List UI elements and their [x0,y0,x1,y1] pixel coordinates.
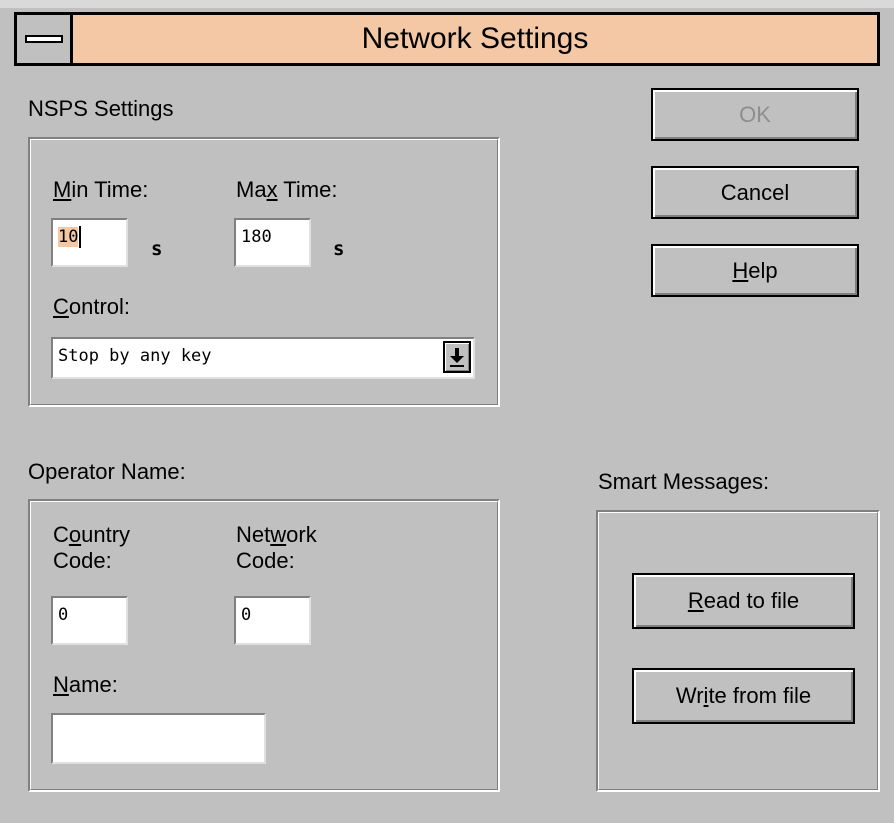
window-title: Network Settings [361,22,589,55]
country-code-label-line2: Code: [53,548,112,573]
smart-messages-heading: Smart Messages: [598,469,770,494]
smart-messages-group [596,510,880,792]
window-top-edge [0,0,894,8]
min-time-label: Min Time: [53,177,149,202]
system-menu-icon[interactable] [17,15,73,63]
network-code-input[interactable]: 0 [234,596,311,645]
country-code-input[interactable]: 0 [51,596,128,645]
name-label: Name: [53,672,118,697]
min-time-unit: s [151,238,163,260]
ok-button[interactable]: OK [651,88,859,141]
text-caret [79,226,82,248]
network-code-label-line2: Code: [236,548,295,573]
write-from-file-button[interactable]: Write from file [632,668,855,724]
operator-name-heading: Operator Name: [28,459,186,484]
system-menu-bar-glyph [25,35,63,43]
max-time-input[interactable]: 180 [234,218,311,267]
network-code-label-line1: Network [236,522,317,547]
network-settings-dialog: Network Settings NSPS Settings Min Time:… [0,0,894,823]
help-button[interactable]: Help [651,244,859,297]
min-time-input[interactable]: 10 [51,218,128,267]
control-label: Control: [53,294,131,319]
read-to-file-button[interactable]: Read to file [632,573,855,629]
control-dropdown[interactable]: Stop by any key [51,337,475,379]
arrow-down-bar-icon[interactable] [443,341,471,373]
title-bar[interactable]: Network Settings [14,12,880,66]
nsps-settings-heading: NSPS Settings [28,96,174,121]
max-time-unit: s [333,238,345,260]
country-code-label-line1: Country [53,522,131,547]
cancel-button[interactable]: Cancel [651,166,859,219]
name-input[interactable] [51,713,266,764]
max-time-label: Max Time: [236,177,338,202]
control-dropdown-value: Stop by any key [58,346,212,366]
